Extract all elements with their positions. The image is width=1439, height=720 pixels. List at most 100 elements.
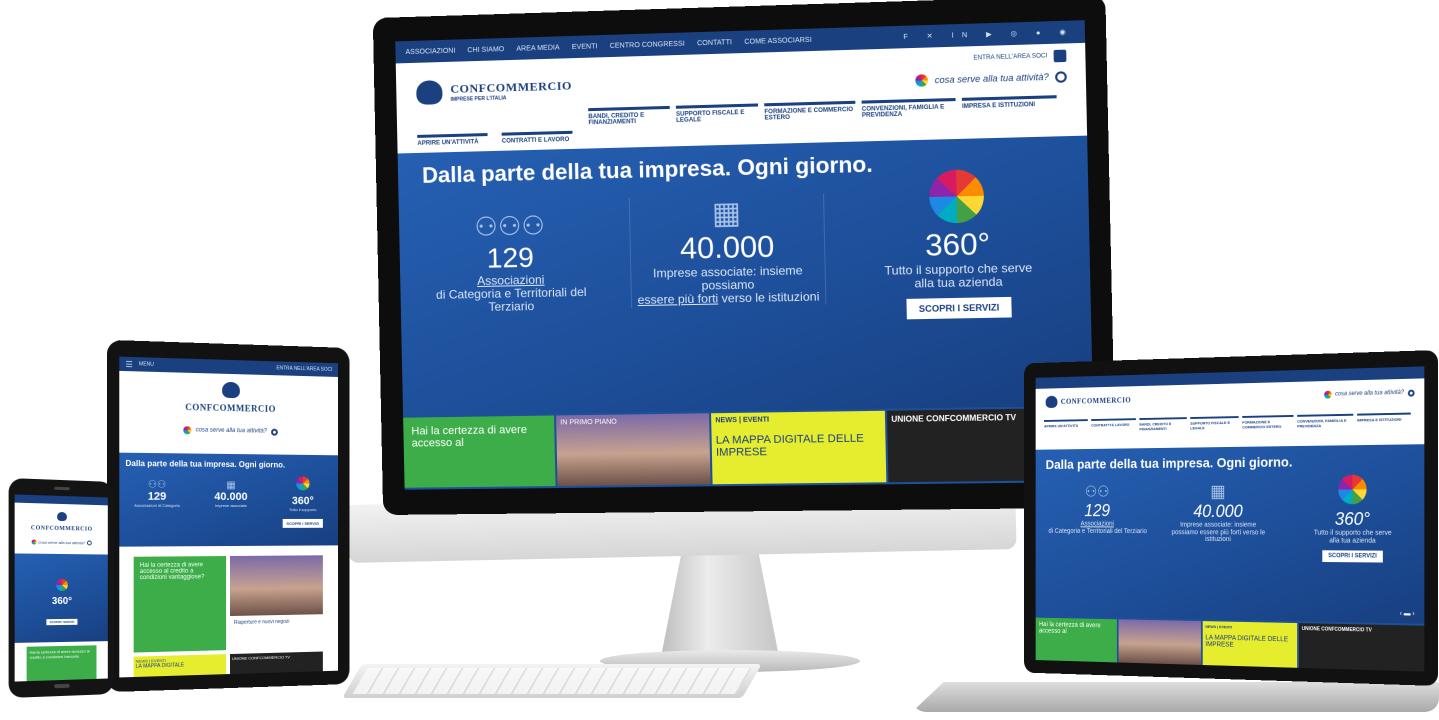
stat-link[interactable]: Associazioni <box>1081 521 1114 528</box>
tile-credito[interactable]: Hai la certezza di avere accesso al <box>403 416 555 488</box>
tile-tv[interactable]: UNIONE CONFCOMMERCIO TV <box>230 652 323 675</box>
topnav-item[interactable]: CONTATTI <box>697 39 732 47</box>
nav-item-convenzioni[interactable]: CONVENZIONI, FAMIGLIA E PREVIDENZA <box>1297 414 1353 429</box>
logo-title[interactable]: CONFCOMMERCIO <box>119 401 338 416</box>
tile-tag: UNIONE CONFCOMMERCIO TV <box>232 654 290 661</box>
hero-title: Dalla parte della tua impresa. Ogni gior… <box>125 459 285 470</box>
laptop-screen: CONFCOMMERCIO cosa serve alla tua attivi… <box>1036 366 1425 671</box>
tile-primo-piano[interactable] <box>230 555 323 616</box>
scopri-servizi-button[interactable]: SCOPRI I SERVIZI <box>1323 551 1383 563</box>
flower-icon <box>56 579 68 591</box>
search-input[interactable]: cosa serve alla tua attività? <box>935 72 1049 86</box>
nav-item-impresa[interactable]: IMPRESA E ISTITUZIONI <box>1357 413 1411 428</box>
topnav-item[interactable]: ASSOCIAZIONI <box>405 47 455 56</box>
nav-item-supporto[interactable]: SUPPORTO FISCALE E LEGALE <box>1190 416 1238 430</box>
topnav-item[interactable]: EVENTI <box>572 43 598 51</box>
search-input[interactable]: cosa serve alla tua attività? <box>196 427 267 434</box>
tile-primo-piano[interactable]: IN PRIMO PIANO <box>556 413 710 486</box>
menu-label[interactable]: MENU <box>139 361 154 368</box>
nav-item-impresa[interactable]: IMPRESA E ISTITUZIONI <box>962 95 1057 116</box>
site-logo[interactable]: CONFCOMMERCIO <box>1046 394 1131 408</box>
stat-number: 129 <box>123 490 190 502</box>
topnav-item[interactable]: CHI SIAMO <box>467 46 504 54</box>
search-icon[interactable] <box>1055 71 1067 83</box>
carousel-arrows[interactable]: ‹ ▬ › <box>1400 610 1415 617</box>
social-icons[interactable]: f ✕ in ▶ ◎ ● ◉ <box>903 28 1074 41</box>
nav-item-aprire[interactable]: APRIRE UN'ATTIVITÀ <box>417 133 488 147</box>
search-icon[interactable] <box>87 540 92 545</box>
topnav-item[interactable]: COME ASSOCIARSI <box>744 36 812 45</box>
tablet-header: CONFCOMMERCIO cosa serve alla tua attivi… <box>119 371 338 455</box>
tile-news[interactable]: NEWS | EVENTI LA MAPPA DIGITALE <box>134 654 226 677</box>
tile-text: LA MAPPA DIGITALE <box>136 661 224 670</box>
topnav-item[interactable]: CENTRO CONGRESSI <box>610 40 685 49</box>
stat-caption: Imprese associate: insieme possiamo esse… <box>1160 522 1277 544</box>
stat-number: 360° <box>15 596 108 607</box>
search-bar[interactable]: cosa serve alla tua attività? <box>119 425 338 437</box>
reserved-area-link[interactable]: ENTRA NELL'AREA SOCI <box>276 365 332 373</box>
menu-icon[interactable]: ☰ <box>125 359 132 368</box>
flower-icon <box>929 169 985 224</box>
tile-text: Hai la certezza di avere accesso al cred… <box>140 562 205 581</box>
search-bar[interactable]: cosa serve alla tua attività? <box>916 70 1067 87</box>
lock-icon <box>1054 50 1067 63</box>
stat-number: 360° <box>1290 509 1417 530</box>
stat-caption: Associazioni di Categoria <box>123 503 190 508</box>
nav-item-formazione[interactable]: FORMAZIONE E COMMERCIO ESTERO <box>764 101 856 122</box>
flower-icon <box>184 426 192 434</box>
tiles-row: Hai la certezza di avere accesso al IN P… <box>403 406 1095 490</box>
keyboard <box>342 664 762 698</box>
search-icon[interactable] <box>1408 389 1415 396</box>
flower-icon <box>916 74 929 87</box>
tile-news[interactable]: NEWS | EVENTI LA MAPPA DIGITALE DELLE IM… <box>711 411 886 485</box>
nav-item-supporto[interactable]: SUPPORTO FISCALE E LEGALE <box>676 103 759 124</box>
nav-item-bandi[interactable]: BANDI, CREDITO E FINANZIAMENTI <box>1139 417 1186 431</box>
photo-caption[interactable]: Riaperture e nuovi negozi <box>234 619 289 626</box>
reserved-area-link[interactable]: ENTRA NELL'AREA SOCI <box>973 50 1066 65</box>
tile-primo-piano[interactable] <box>1119 619 1201 665</box>
search-input[interactable]: cosa serve alla tua attività? <box>38 540 85 546</box>
topnav-item[interactable]: AREA MEDIA <box>516 44 559 52</box>
scopri-servizi-button[interactable]: SCOPRI I SERVIZI <box>283 519 323 528</box>
tablet-tiles: Hai la certezza di avere accesso al cred… <box>119 545 338 677</box>
laptop: CONFCOMMERCIO cosa serve alla tua attivi… <box>1024 350 1438 686</box>
hero-section: Dalla parte della tua impresa. Ogni gior… <box>398 136 1093 416</box>
laptop-header: CONFCOMMERCIO cosa serve alla tua attivi… <box>1036 378 1425 449</box>
home-button[interactable] <box>54 684 70 689</box>
tile-credito[interactable]: Hai la certezza di avere accesso al <box>1036 618 1117 663</box>
search-input[interactable]: cosa serve alla tua attività? <box>1335 390 1404 398</box>
desktop-monitor: ASSOCIAZIONI CHI SIAMO AREA MEDIA EVENTI… <box>373 0 1117 515</box>
desktop-header: CONFCOMMERCIO IMPRESE PER L'ITALIA ENTRA… <box>396 43 1087 154</box>
nav-item-contratti[interactable]: CONTRATTI E LAVORO <box>502 131 573 145</box>
scopri-servizi-button[interactable]: SCOPRI I SERVIZI <box>47 619 78 625</box>
laptop-nav: APRIRE UN'ATTIVITÀ CONTRATTI E LAVORO BA… <box>1044 413 1411 433</box>
tile-text: Hai la certezza di avere accesso al cred… <box>30 648 90 659</box>
stat-caption: Imprese associate <box>196 503 265 508</box>
search-bar[interactable]: cosa serve alla tua attività? <box>1324 389 1415 399</box>
search-icon[interactable] <box>271 428 278 435</box>
tile-credito[interactable]: Hai la certezza di avere accesso al cred… <box>27 645 97 681</box>
stat-number: 40.000 <box>196 491 265 503</box>
stat-text: Imprese associate: insieme possiamo esse… <box>631 264 825 308</box>
stat-link[interactable]: essere più forti <box>638 292 719 308</box>
tile-tag: NEWS | EVENTI <box>1205 624 1294 631</box>
stat-number: 129 <box>420 240 602 276</box>
logo-title[interactable]: CONFCOMMERCIO <box>15 525 108 533</box>
nav-item-contratti[interactable]: CONTRATTI E LAVORO <box>1091 418 1136 432</box>
tile-news[interactable]: NEWS | EVENTI LA MAPPA DIGITALE DELLE IM… <box>1203 621 1297 668</box>
stat-number: 40.000 <box>1160 502 1277 522</box>
tile-credito[interactable]: Hai la certezza di avere accesso al cred… <box>134 556 226 653</box>
nav-item-formazione[interactable]: FORMAZIONE E COMMERCIO ESTERO <box>1242 415 1293 430</box>
tile-tv[interactable]: UNIONE CONFCOMMERCIO TV <box>1299 623 1424 671</box>
nav-item-convenzioni[interactable]: CONVENZIONI, FAMIGLIA E PREVIDENZA <box>862 98 956 119</box>
nav-item-bandi[interactable]: BANDI, CREDITO E FINANZIAMENTI <box>588 106 670 126</box>
site-logo[interactable]: CONFCOMMERCIO IMPRESE PER L'ITALIA <box>416 76 572 105</box>
scopri-servizi-button[interactable]: SCOPRI I SERVIZI <box>906 297 1012 319</box>
stat-associazioni: ⚇⚇ 129 Associazioni di Categoria <box>123 479 190 508</box>
search-bar[interactable]: cosa serve alla tua attività? <box>15 539 108 546</box>
tile-tag: IN PRIMO PIANO <box>560 419 617 427</box>
tile-text: LA MAPPA DIGITALE DELLE IMPRESE <box>716 432 882 459</box>
buildings-icon: ▦ <box>196 480 265 491</box>
nav-item-aprire[interactable]: APRIRE UN'ATTIVITÀ <box>1044 419 1088 433</box>
stat-caption-2: verso le istituzioni <box>722 290 820 306</box>
